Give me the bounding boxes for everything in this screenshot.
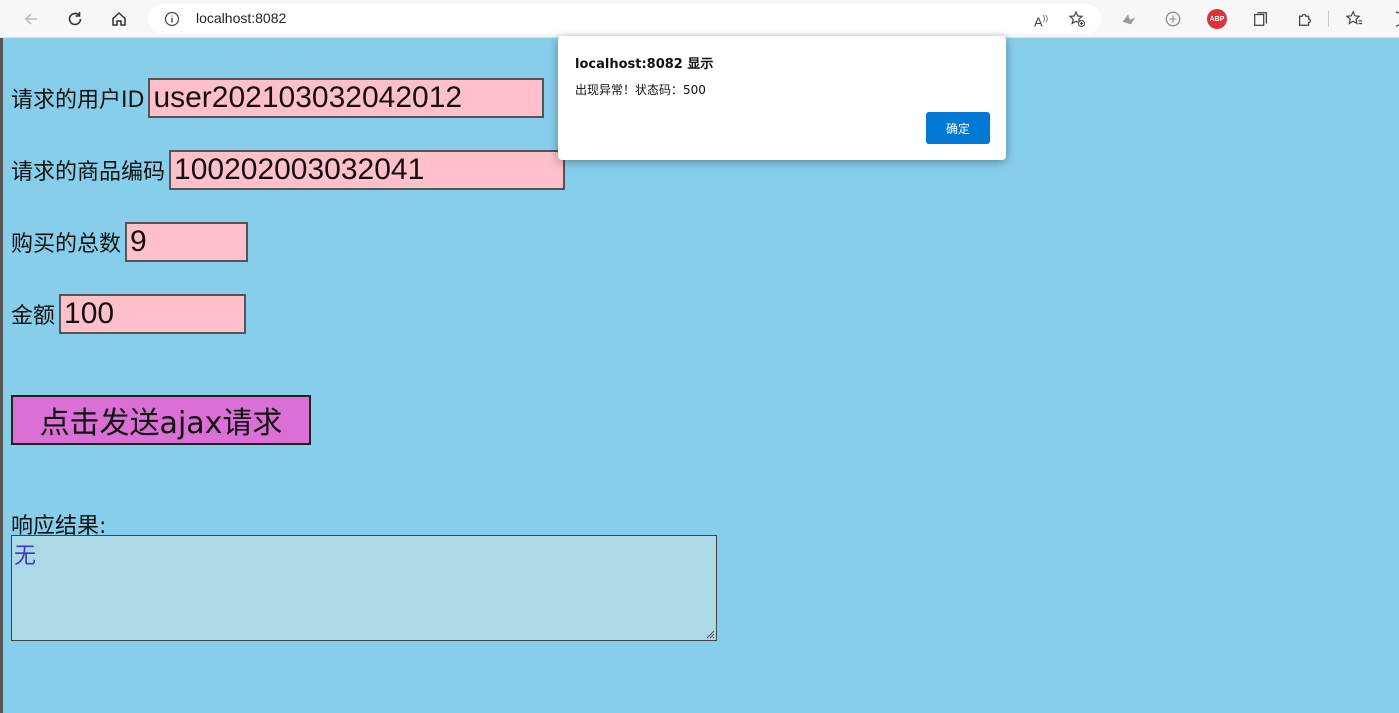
quantity-label: 购买的总数 (11, 232, 122, 257)
toolbar-divider (1328, 11, 1329, 27)
send-ajax-button[interactable]: 点击发送ajax请求 (11, 395, 311, 445)
adblock-icon[interactable]: ABP (1207, 9, 1227, 29)
read-aloud-icon[interactable]: A)) (1032, 10, 1050, 29)
resize-grip-icon[interactable] (706, 630, 715, 639)
favorites-icon[interactable] (1344, 9, 1364, 29)
user-id-input[interactable] (148, 78, 545, 118)
collections-icon[interactable] (1251, 9, 1271, 29)
browser-toolbar: localhost:8082 A)) ABP (0, 0, 1399, 38)
extension-bird-icon[interactable] (1119, 9, 1139, 29)
user-id-row: 请求的用户ID (11, 78, 545, 118)
product-code-input[interactable] (169, 150, 566, 190)
amount-input[interactable] (59, 294, 247, 334)
address-bar[interactable]: localhost:8082 A)) (148, 4, 1101, 34)
alert-dialog: localhost:8082 显示 出现异常！状态码：500 确定 (558, 36, 1006, 160)
dialog-title: localhost:8082 显示 (575, 57, 714, 72)
back-icon[interactable] (17, 5, 45, 33)
add-favorite-icon[interactable] (1068, 10, 1086, 28)
quantity-row: 购买的总数 (11, 222, 249, 262)
window-edge (0, 38, 3, 713)
amount-label: 金额 (11, 304, 56, 329)
amount-row: 金额 (11, 294, 247, 334)
url-text: localhost:8082 (196, 10, 287, 26)
response-textarea[interactable]: 无 (11, 535, 717, 641)
info-icon[interactable] (164, 11, 180, 27)
product-code-row: 请求的商品编码 (11, 150, 566, 190)
home-icon[interactable] (105, 5, 133, 33)
dialog-ok-button[interactable]: 确定 (926, 112, 990, 144)
extensions-puzzle-icon[interactable] (1295, 9, 1315, 29)
extension-globe-icon[interactable] (1163, 9, 1183, 29)
refresh-icon[interactable] (61, 5, 89, 33)
user-id-label: 请求的用户ID (11, 88, 145, 113)
dialog-message: 出现异常！状态码：500 (575, 83, 706, 97)
browser-essentials-icon[interactable] (1386, 9, 1399, 29)
product-code-label: 请求的商品编码 (11, 160, 166, 185)
quantity-input[interactable] (125, 222, 249, 262)
